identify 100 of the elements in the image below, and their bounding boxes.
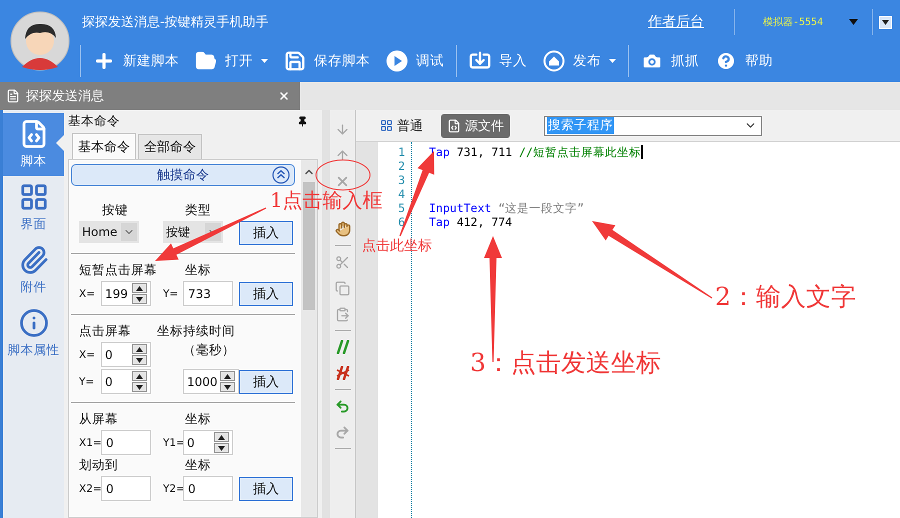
panel-title: 基本命令 [68, 112, 120, 130]
view-tab[interactable]: 源文件 [441, 114, 510, 138]
caret-icon[interactable] [849, 19, 858, 25]
number-spinner[interactable]: 0 [101, 369, 151, 394]
info-icon [18, 308, 48, 338]
line-number: 2 [398, 159, 405, 173]
line-number: 4 [398, 187, 405, 201]
step-up-button[interactable] [132, 371, 147, 381]
toolbar-button[interactable]: 导入 [469, 50, 527, 72]
code-file-icon [447, 118, 461, 132]
toolbar-button[interactable]: 打开 [195, 50, 268, 72]
field-label: （毫秒） [183, 342, 235, 359]
field-label: Y= [79, 376, 96, 388]
line-number: 5 [398, 201, 405, 215]
step-down-button[interactable] [214, 443, 229, 453]
up-triangle-icon [224, 374, 231, 378]
insert-button[interactable]: 插入 [239, 221, 293, 245]
input-field[interactable]: 0 [101, 476, 151, 501]
up-triangle-icon [136, 374, 143, 378]
plus-icon [93, 50, 115, 72]
down-triangle-icon [136, 358, 143, 362]
panel-tab[interactable]: 基本命令 [72, 133, 136, 159]
comment-icon[interactable] [336, 340, 350, 354]
step-down-button[interactable] [220, 382, 235, 392]
field-label: Y= [163, 288, 180, 300]
close-icon[interactable] [278, 90, 290, 102]
toolbar-button[interactable]: 调试 [386, 50, 444, 72]
author-link[interactable]: 作者后台 [648, 13, 704, 31]
sidebar-item[interactable]: 界面 [3, 176, 64, 239]
view-tab[interactable]: 普通 [374, 114, 429, 138]
step-up-button[interactable] [220, 371, 235, 381]
input-field[interactable]: 0 [183, 476, 233, 501]
dropdown-field[interactable]: Home [79, 221, 139, 243]
field-label: X= [79, 288, 96, 300]
annotation-text: 1点击输入框 [270, 190, 383, 210]
field-label: 坐标 [185, 457, 211, 474]
uncomment-icon[interactable] [336, 366, 350, 380]
device-label: 模拟器-5554 [763, 16, 824, 29]
down-triangle-icon [218, 446, 225, 450]
number-spinner[interactable]: 0 [101, 342, 151, 367]
number-input[interactable]: 0 [184, 436, 214, 450]
number-input[interactable]: 199 [102, 286, 132, 300]
step-up-button[interactable] [132, 344, 147, 354]
up-triangle-icon [136, 286, 143, 290]
section-title: 短暂点击屏幕 [79, 262, 157, 279]
line-number: 1 [398, 145, 405, 159]
annotation-text: 2：输入文字 [715, 284, 856, 309]
hand-icon[interactable] [334, 221, 350, 237]
toolbar-button[interactable]: 抓抓 [641, 50, 699, 72]
sidebar-item[interactable]: 附件 [3, 239, 64, 302]
document-tab[interactable]: 探探发送消息 [0, 82, 300, 110]
number-spinner[interactable]: 0 [183, 430, 233, 455]
input-field[interactable]: 0 [101, 430, 151, 455]
step-down-button[interactable] [132, 382, 147, 392]
code-token: “这是一段文字” [497, 201, 584, 215]
pin-icon[interactable] [297, 116, 308, 126]
code-token: 731, 711 [456, 145, 514, 159]
save-icon [284, 50, 306, 72]
play-icon [386, 50, 408, 72]
group-header[interactable]: 触摸命令 [71, 164, 295, 186]
window-title: 探探发送消息-按键精灵手机助手 [82, 14, 269, 31]
field-label: X2= [79, 482, 101, 494]
window-menu-button[interactable] [879, 16, 892, 28]
collapse-icon [272, 166, 290, 184]
document-icon [6, 89, 20, 103]
toolbar-button[interactable]: 发布 [543, 50, 616, 72]
line-number: 6 [398, 215, 405, 229]
line-number: 3 [398, 173, 405, 187]
number-input[interactable]: 0 [102, 348, 132, 362]
step-down-button[interactable] [132, 294, 147, 304]
annotation-text: 3：点击发送坐标 [470, 350, 661, 375]
number-input[interactable]: 0 [102, 374, 132, 388]
undo-icon[interactable] [335, 398, 350, 414]
field-label: 按键 [102, 202, 128, 219]
attachment-icon [18, 245, 48, 275]
avatar [10, 11, 70, 71]
toolbar-button[interactable]: 保存脚本 [284, 50, 370, 72]
step-up-button[interactable] [214, 432, 229, 442]
section-title: 划动到 [79, 457, 118, 474]
grid-icon [18, 182, 48, 212]
insert-button[interactable]: 插入 [239, 370, 293, 394]
toolbar-button[interactable]: 新建脚本 [93, 50, 179, 72]
section-title: 点击屏幕 [79, 323, 131, 340]
highlight-circle [316, 160, 370, 190]
annotation-text: 点击此坐标 [362, 239, 432, 253]
sidebar-item[interactable]: 脚本属性 [3, 302, 64, 365]
input-field[interactable]: 733 [183, 281, 233, 306]
field-label: Y1= [163, 436, 183, 448]
panel-tab[interactable]: 全部命令 [138, 134, 202, 159]
toolbar-button[interactable]: 帮助 [715, 50, 773, 72]
down-triangle-icon [136, 384, 143, 390]
step-up-button[interactable] [132, 283, 147, 293]
insert-button[interactable]: 插入 [239, 476, 293, 500]
number-input[interactable]: 1000 [184, 374, 220, 388]
number-spinner[interactable]: 199 [101, 281, 151, 306]
caret-icon [261, 59, 268, 63]
help-icon [715, 50, 737, 72]
insert-button[interactable]: 插入 [239, 282, 293, 306]
number-spinner[interactable]: 1000 [183, 369, 239, 394]
step-down-button[interactable] [132, 355, 147, 365]
